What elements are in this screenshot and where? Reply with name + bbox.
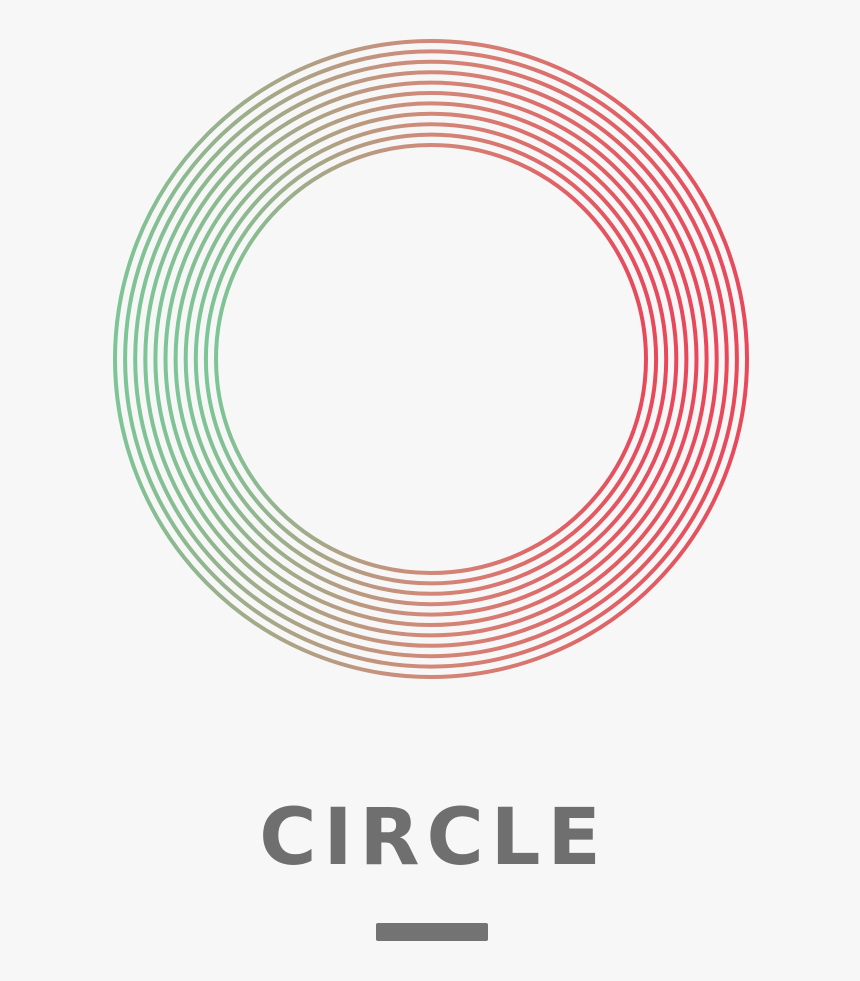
ring-9 [193, 122, 669, 596]
concentric-rings-graphic [113, 39, 749, 679]
ring-4 [143, 70, 719, 648]
ring-5 [153, 80, 709, 638]
ring-6 [163, 91, 699, 627]
logo-wordmark: CIRCLE [259, 793, 608, 883]
ring-8 [183, 111, 679, 607]
ring-3 [133, 59, 729, 659]
logo-canvas: CIRCLE [0, 0, 860, 981]
ring-7 [173, 101, 689, 617]
underline-bar [376, 923, 488, 941]
ring-10 [203, 132, 659, 586]
ring-11 [214, 143, 648, 575]
